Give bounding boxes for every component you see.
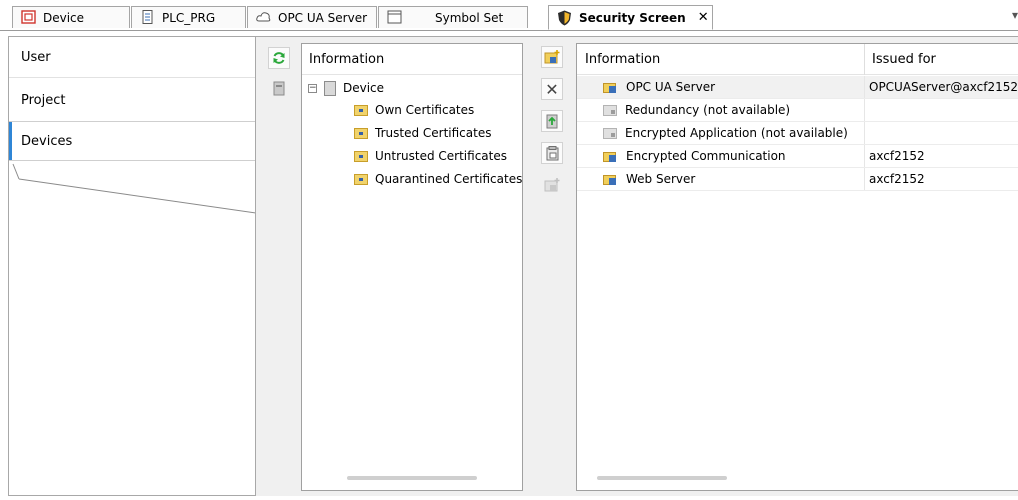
category-user[interactable]: User: [9, 37, 255, 77]
row-information: Encrypted Communication: [626, 149, 786, 163]
column-divider: [864, 99, 865, 121]
certificate-icon: [603, 81, 618, 94]
row-information: Encrypted Application (not available): [625, 126, 848, 140]
tree-node-own-certificates[interactable]: Own Certificates: [354, 99, 474, 121]
column-divider: [864, 122, 865, 144]
row-issued-for: OPCUAServer@axcf2152: [869, 80, 1018, 94]
tab-label: Symbol Set: [435, 10, 504, 25]
shield-icon: [558, 10, 571, 26]
folder-icon: [354, 127, 368, 139]
list-item[interactable]: Web Server axcf2152: [577, 168, 1018, 191]
category-tab-outline: [12, 163, 256, 214]
tab-label: Device: [43, 10, 85, 25]
renew-certificate-icon: [544, 177, 560, 191]
editor-tab-bar: Device PLC_PRG OPC UA Server Symbol Set …: [0, 0, 1018, 31]
column-divider: [864, 145, 865, 167]
folder-icon: [354, 173, 368, 185]
row-information: Redundancy (not available): [625, 103, 791, 117]
unavailable-certificate-icon: [603, 127, 617, 139]
refresh-icon: [273, 52, 285, 64]
tab-device[interactable]: Device: [12, 6, 130, 28]
device-tool-button[interactable]: [268, 77, 290, 99]
folder-icon: [354, 104, 368, 116]
category-label: Project: [21, 92, 66, 108]
create-certificate-button[interactable]: [541, 46, 563, 68]
column-divider: [864, 168, 865, 190]
tree-header-label: Information: [309, 52, 385, 67]
renew-certificate-button[interactable]: [541, 174, 563, 196]
list-item[interactable]: Encrypted Communication axcf2152: [577, 145, 1018, 168]
list-item[interactable]: Encrypted Application (not available): [577, 122, 1018, 145]
divider: [9, 77, 255, 78]
list-cell-information: OPC UA Server: [603, 80, 715, 94]
cloud-icon: [256, 12, 271, 22]
export-certificate-icon: [546, 145, 558, 160]
list-item[interactable]: OPC UA Server OPCUAServer@axcf2152: [577, 76, 1018, 99]
refresh-button[interactable]: [268, 47, 290, 69]
close-icon[interactable]: ✕: [698, 10, 709, 25]
create-certificate-icon: [544, 49, 560, 63]
tree-header: Information: [302, 44, 522, 75]
list-header: Information Issued for: [577, 44, 1018, 75]
tree-node-label: Quarantined Certificates: [375, 172, 523, 186]
category-label: User: [21, 49, 51, 65]
tab-security-screen[interactable]: Security Screen ✕: [548, 5, 713, 30]
selection-accent: [9, 122, 12, 160]
category-label: Devices: [21, 133, 73, 149]
device-tool-icon: [273, 81, 285, 95]
tab-overflow-icon[interactable]: ▾: [1012, 8, 1018, 22]
certificate-icon: [603, 150, 618, 163]
list-cell-information: Redundancy (not available): [603, 103, 790, 117]
certificate-store-tree: Information − Device Own Certificates Tr…: [301, 43, 523, 491]
row-issued-for: axcf2152: [869, 149, 925, 163]
tab-label: PLC_PRG: [162, 10, 216, 25]
column-header-information[interactable]: Information: [585, 52, 660, 67]
tab-opc-ua-server[interactable]: OPC UA Server: [247, 6, 377, 28]
folder-icon: [354, 150, 368, 162]
remove-certificate-button[interactable]: ✕: [541, 78, 563, 100]
category-project[interactable]: Project: [9, 80, 255, 120]
install-certificate-button[interactable]: [541, 110, 563, 132]
certificate-icon: [603, 173, 618, 186]
install-certificate-icon: [546, 114, 557, 128]
tree-node-untrusted-certificates[interactable]: Untrusted Certificates: [354, 145, 507, 167]
tab-label: Security Screen: [579, 10, 686, 25]
horizontal-scrollbar[interactable]: [347, 476, 477, 480]
list-cell-information: Encrypted Application (not available): [603, 126, 848, 140]
column-header-issued-for[interactable]: Issued for: [872, 52, 936, 67]
tree-node-device[interactable]: − Device: [308, 77, 384, 99]
device-node-icon: [324, 80, 336, 96]
list-cell-information: Encrypted Communication: [603, 149, 786, 163]
row-information: Web Server: [626, 172, 696, 186]
tab-symbol-set[interactable]: Symbol Set: [378, 6, 528, 28]
document-icon: [142, 10, 153, 24]
tree-node-label: Trusted Certificates: [375, 126, 492, 140]
list-cell-information: Web Server: [603, 172, 695, 186]
tree-node-quarantined-certificates[interactable]: Quarantined Certificates: [354, 168, 522, 190]
row-information: OPC UA Server: [626, 80, 716, 94]
device-icon: [21, 10, 36, 24]
remove-icon: ✕: [545, 79, 559, 99]
export-certificate-button[interactable]: [541, 142, 563, 164]
column-divider: [864, 76, 865, 98]
certificate-usage-list: Information Issued for OPC UA Server OPC…: [576, 43, 1018, 491]
tab-label: OPC UA Server: [278, 10, 368, 25]
unavailable-certificate-icon: [603, 104, 617, 116]
tree-node-trusted-certificates[interactable]: Trusted Certificates: [354, 122, 491, 144]
collapse-icon[interactable]: −: [308, 83, 317, 93]
column-separator[interactable]: [864, 44, 865, 75]
tree-node-label: Untrusted Certificates: [375, 149, 507, 163]
horizontal-scrollbar[interactable]: [597, 476, 727, 480]
row-issued-for: axcf2152: [869, 172, 925, 186]
window-icon: [387, 10, 402, 24]
tab-plc-prg[interactable]: PLC_PRG: [131, 6, 246, 28]
category-devices[interactable]: Devices: [9, 121, 255, 161]
security-category-panel: User Project Devices: [8, 36, 256, 496]
list-item[interactable]: Redundancy (not available): [577, 99, 1018, 122]
tree-node-label: Own Certificates: [375, 103, 475, 117]
tree-node-label: Device: [343, 81, 385, 95]
